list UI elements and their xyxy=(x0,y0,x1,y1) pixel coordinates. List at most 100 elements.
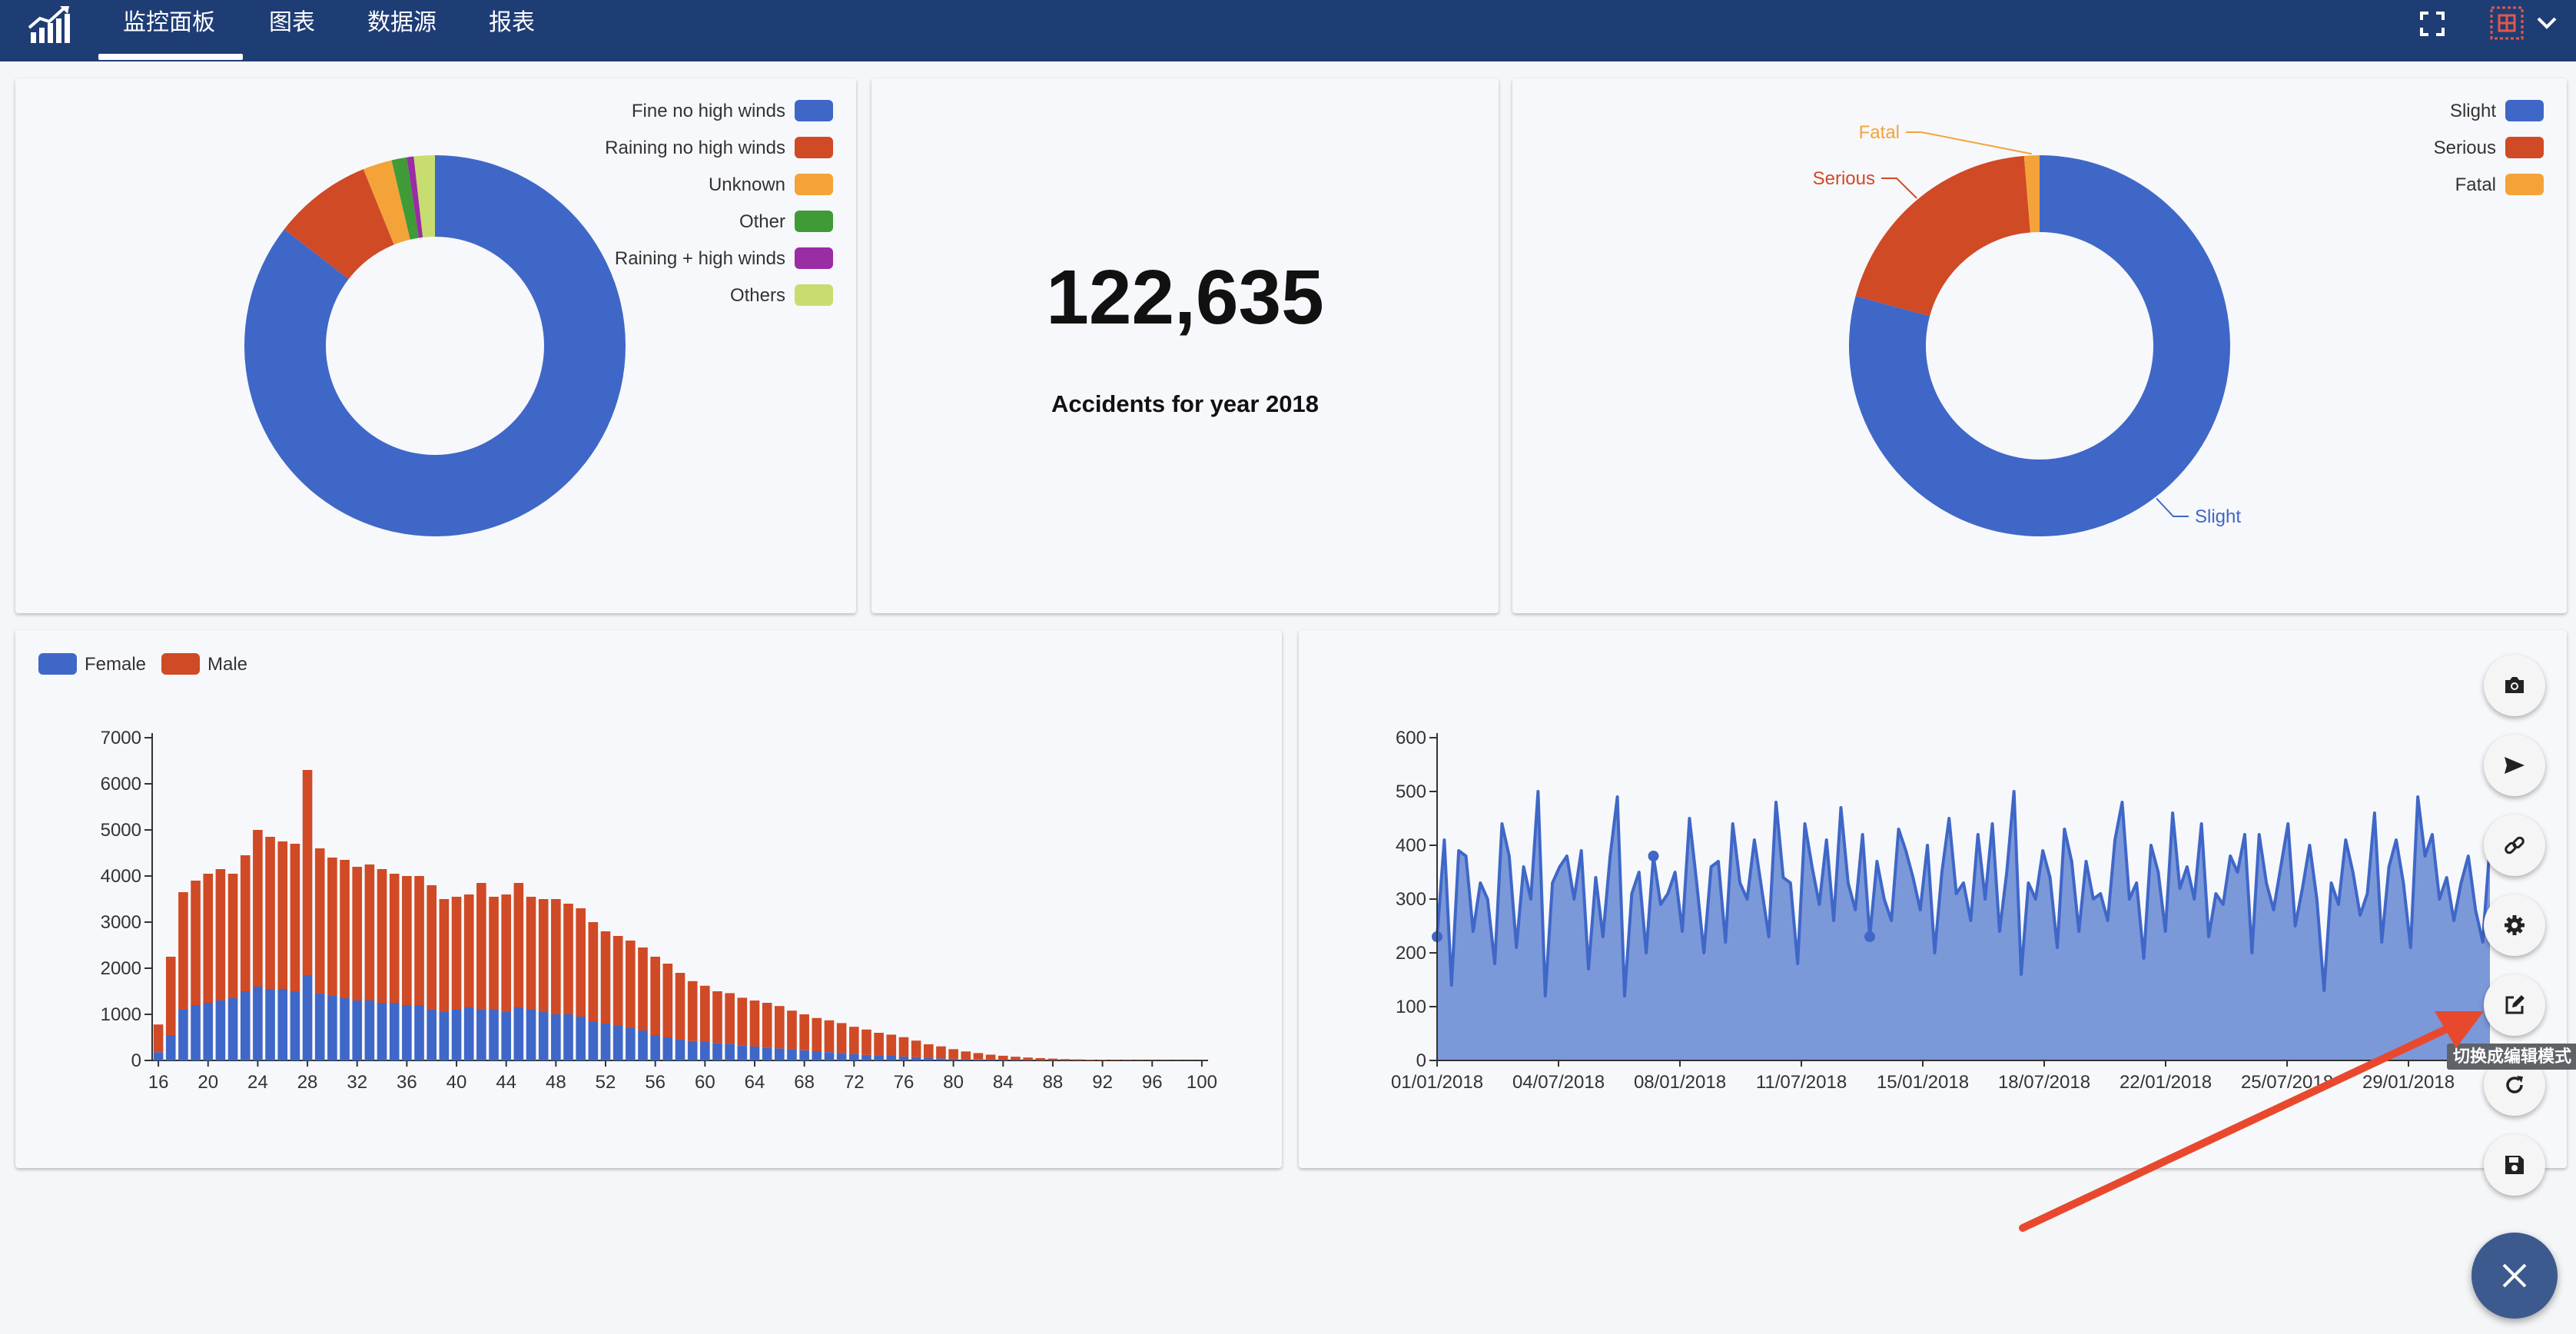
bar-male xyxy=(314,848,325,994)
tab-charts[interactable]: 图表 xyxy=(269,8,315,38)
bar-male xyxy=(427,885,437,1010)
data-point xyxy=(1648,851,1659,861)
legend-swatch-others xyxy=(795,284,833,306)
x-tick-label: 11/07/2018 xyxy=(1756,1072,1847,1093)
legend-swatch-slight xyxy=(2505,100,2544,121)
bar-male xyxy=(439,899,450,1012)
bar-female xyxy=(749,1047,760,1060)
bar-female xyxy=(538,1012,549,1060)
bar-female xyxy=(253,987,263,1060)
y-tick-label: 600 xyxy=(1396,728,1426,748)
x-tick-label: 84 xyxy=(993,1072,1014,1093)
y-tick-label: 1000 xyxy=(101,1004,141,1025)
bar-male xyxy=(165,957,176,1035)
link-icon xyxy=(2505,836,2525,854)
bar-male xyxy=(402,876,412,1005)
bar-female xyxy=(662,1037,673,1060)
bar-male xyxy=(352,867,363,1000)
x-tick-label: 25/07/2018 xyxy=(2241,1072,2333,1093)
x-tick-label: 22/01/2018 xyxy=(2120,1072,2212,1093)
edit-icon xyxy=(2505,995,2525,1014)
bar-female xyxy=(178,1010,188,1060)
bar-female xyxy=(762,1047,772,1060)
close-fab-button[interactable] xyxy=(2471,1233,2558,1319)
kpi-card: 122,635 Accidents for year 2018 xyxy=(871,78,1499,613)
bar-male xyxy=(725,993,735,1044)
send-button[interactable] xyxy=(2484,735,2545,796)
x-tick-label: 40 xyxy=(446,1072,467,1093)
tab-dashboard[interactable]: 监控面板 xyxy=(123,8,215,38)
bar-female xyxy=(513,1007,524,1060)
x-tick-label: 100 xyxy=(1187,1072,1217,1093)
bar-male xyxy=(538,899,549,1012)
bar-female xyxy=(687,1040,698,1060)
callout-label-fatal: Fatal xyxy=(1859,122,1900,143)
user-avatar-icon[interactable] xyxy=(2487,3,2527,43)
bar-male xyxy=(253,830,263,987)
bar-male xyxy=(700,985,710,1042)
bar-male xyxy=(265,837,275,989)
callout-line-serious xyxy=(1881,178,1917,199)
bar-female xyxy=(364,1000,375,1060)
screenshot-button[interactable] xyxy=(2484,655,2545,716)
bar-female xyxy=(240,991,251,1060)
bar-female xyxy=(787,1049,797,1060)
bar-male xyxy=(712,991,722,1044)
bar-male xyxy=(799,1014,809,1050)
bar-male xyxy=(240,855,251,991)
bar-female xyxy=(600,1024,611,1060)
bar-male xyxy=(377,869,387,1003)
share-link-button[interactable] xyxy=(2484,815,2545,876)
bar-male xyxy=(600,931,611,1024)
age-bar-card: Female Male 0 1000 2000 3000 4000 5000 6000 7000 1… xyxy=(15,630,1282,1168)
y-tick-label: 2000 xyxy=(101,958,141,979)
bar-female xyxy=(836,1053,847,1060)
bar-male xyxy=(985,1054,996,1060)
bar-male xyxy=(215,869,226,1000)
settings-button[interactable] xyxy=(2484,894,2545,956)
x-tick-label: 20 xyxy=(198,1072,218,1093)
bar-male xyxy=(476,883,486,1010)
send-icon xyxy=(2505,757,2525,774)
y-tick-label: 500 xyxy=(1396,781,1426,802)
bar-male xyxy=(414,876,424,1005)
severity-donut-chart: Slight Serious Fatal Slight Serious Fatal xyxy=(1813,100,2544,537)
bar-male xyxy=(203,874,214,1003)
app-logo-icon[interactable] xyxy=(26,5,72,46)
tab-reports[interactable]: 报表 xyxy=(489,8,535,38)
bar-male xyxy=(563,904,573,1014)
bar-male xyxy=(898,1037,909,1057)
bar-male xyxy=(836,1023,847,1054)
bar-female xyxy=(612,1026,623,1060)
legend-swatch-fatal xyxy=(2505,174,2544,195)
chevron-down-icon[interactable] xyxy=(2536,14,2558,32)
legend-swatch-fine-no-high-winds xyxy=(795,100,833,121)
weather-donut-card: Fine no high winds Raining no high winds U… xyxy=(15,78,856,613)
callout-line-slight xyxy=(2156,497,2189,517)
bar-female xyxy=(302,975,313,1060)
legend-swatch-raining-no-high-winds xyxy=(795,137,833,158)
bar-female xyxy=(799,1050,809,1060)
bar-male xyxy=(650,957,660,1035)
x-tick-label: 29/01/2018 xyxy=(2362,1072,2455,1093)
bar-female xyxy=(812,1051,822,1060)
y-tick-label: 200 xyxy=(1396,943,1426,964)
bar-male xyxy=(1035,1057,1046,1060)
bar-male xyxy=(327,858,337,996)
legend-swatch-other xyxy=(795,211,833,232)
accident-count-label: Accidents for year 2018 xyxy=(1051,390,1320,417)
bar-male xyxy=(936,1046,946,1059)
tab-datasources[interactable]: 数据源 xyxy=(367,8,437,38)
x-tick-label: 92 xyxy=(1092,1072,1113,1093)
bar-male xyxy=(513,883,524,1007)
save-button[interactable] xyxy=(2484,1134,2545,1196)
bar-female xyxy=(861,1054,871,1060)
bar-male xyxy=(364,864,375,1000)
bar-male xyxy=(849,1027,859,1054)
fullscreen-icon[interactable] xyxy=(2419,11,2445,37)
bar-male xyxy=(153,1024,164,1053)
bar-female xyxy=(576,1017,586,1060)
edit-mode-button[interactable] xyxy=(2484,974,2545,1036)
bar-male xyxy=(340,860,350,998)
bar-female xyxy=(439,1012,450,1060)
